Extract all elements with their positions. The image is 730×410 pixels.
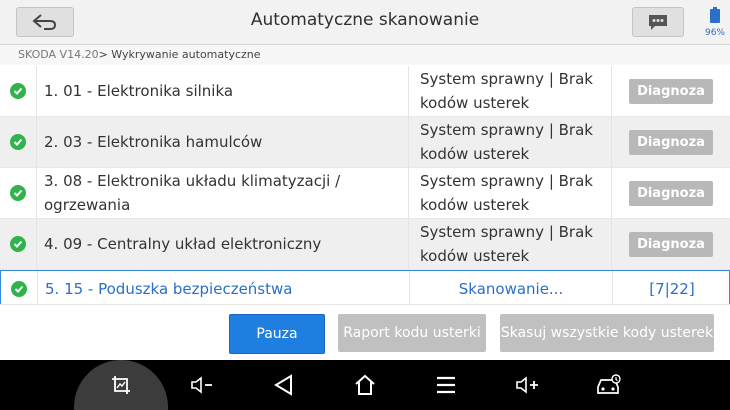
diagnose-button[interactable]: Diagnoza [629, 180, 713, 206]
system-row[interactable]: 2. 03 - Elektronika hamulców System spra… [0, 117, 730, 168]
app-header: Automatyczne skanowanie 96% [0, 0, 730, 45]
breadcrumb-current: Wykrywanie automatyczne [107, 48, 261, 61]
scanning-status: Skanowanie... [409, 271, 613, 307]
system-list: 1. 01 - Elektronika silnika System spraw… [0, 66, 730, 308]
check-circle-icon [11, 281, 27, 297]
system-name: 3. 08 - Elektronika układu klimatyzacji … [44, 172, 341, 214]
pause-button[interactable]: Pauza [229, 314, 325, 354]
system-row-scanning[interactable]: 5. 15 - Poduszka bezpieczeństwa Skanowan… [0, 270, 730, 308]
clear-all-codes-button[interactable]: Skasuj wszystkie kody usterek [500, 314, 714, 352]
menu-icon[interactable] [430, 369, 462, 401]
volume-down-icon[interactable] [186, 369, 218, 401]
battery-icon [710, 7, 720, 23]
system-state: System sprawny | Brak kodów usterek [408, 168, 612, 218]
diagnose-button[interactable]: Diagnoza [629, 78, 713, 104]
system-name: 5. 15 - Poduszka bezpieczeństwa [45, 280, 293, 298]
diagnose-button[interactable]: Diagnoza [629, 129, 713, 155]
breadcrumb-version: SKODA V14.20 [18, 48, 99, 61]
screenshot-icon[interactable] [105, 369, 137, 401]
check-circle-icon [10, 185, 26, 201]
system-row[interactable]: 1. 01 - Elektronika silnika System spraw… [0, 66, 730, 117]
fault-report-button[interactable]: Raport kodu usterki [338, 314, 486, 352]
message-icon [649, 15, 667, 30]
volume-up-icon[interactable] [511, 369, 543, 401]
android-nav-bar [0, 360, 730, 410]
system-state: System sprawny | Brak kodów usterek [408, 219, 612, 269]
back-triangle-icon[interactable] [268, 369, 300, 401]
system-row[interactable]: 3. 08 - Elektronika układu klimatyzacji … [0, 168, 730, 219]
message-button[interactable] [632, 7, 684, 37]
home-icon[interactable] [349, 369, 381, 401]
system-state: System sprawny | Brak kodów usterek [408, 117, 612, 167]
action-bar: Pauza Raport kodu usterki Skasuj wszystk… [0, 304, 730, 361]
breadcrumb-separator: > [98, 48, 108, 61]
breadcrumb: SKODA V14.20> Wykrywanie automatyczne [0, 45, 730, 65]
check-circle-icon [10, 236, 26, 252]
system-row[interactable]: 4. 09 - Centralny układ elektroniczny Sy… [0, 219, 730, 270]
system-state: System sprawny | Brak kodów usterek [408, 66, 612, 116]
battery-percentage: 96% [704, 28, 725, 38]
system-name: 4. 09 - Centralny układ elektroniczny [44, 235, 322, 253]
vehicle-diagnostic-icon[interactable] [592, 369, 624, 401]
check-circle-icon [10, 134, 26, 150]
scan-progress: [7|22] [649, 280, 695, 298]
system-name: 1. 01 - Elektronika silnika [44, 82, 234, 100]
diagnose-button[interactable]: Diagnoza [629, 231, 713, 257]
battery-indicator: 96% [703, 7, 727, 38]
page-title: Automatyczne skanowanie [250, 10, 480, 30]
system-name: 2. 03 - Elektronika hamulców [44, 133, 263, 151]
check-circle-icon [10, 83, 26, 99]
